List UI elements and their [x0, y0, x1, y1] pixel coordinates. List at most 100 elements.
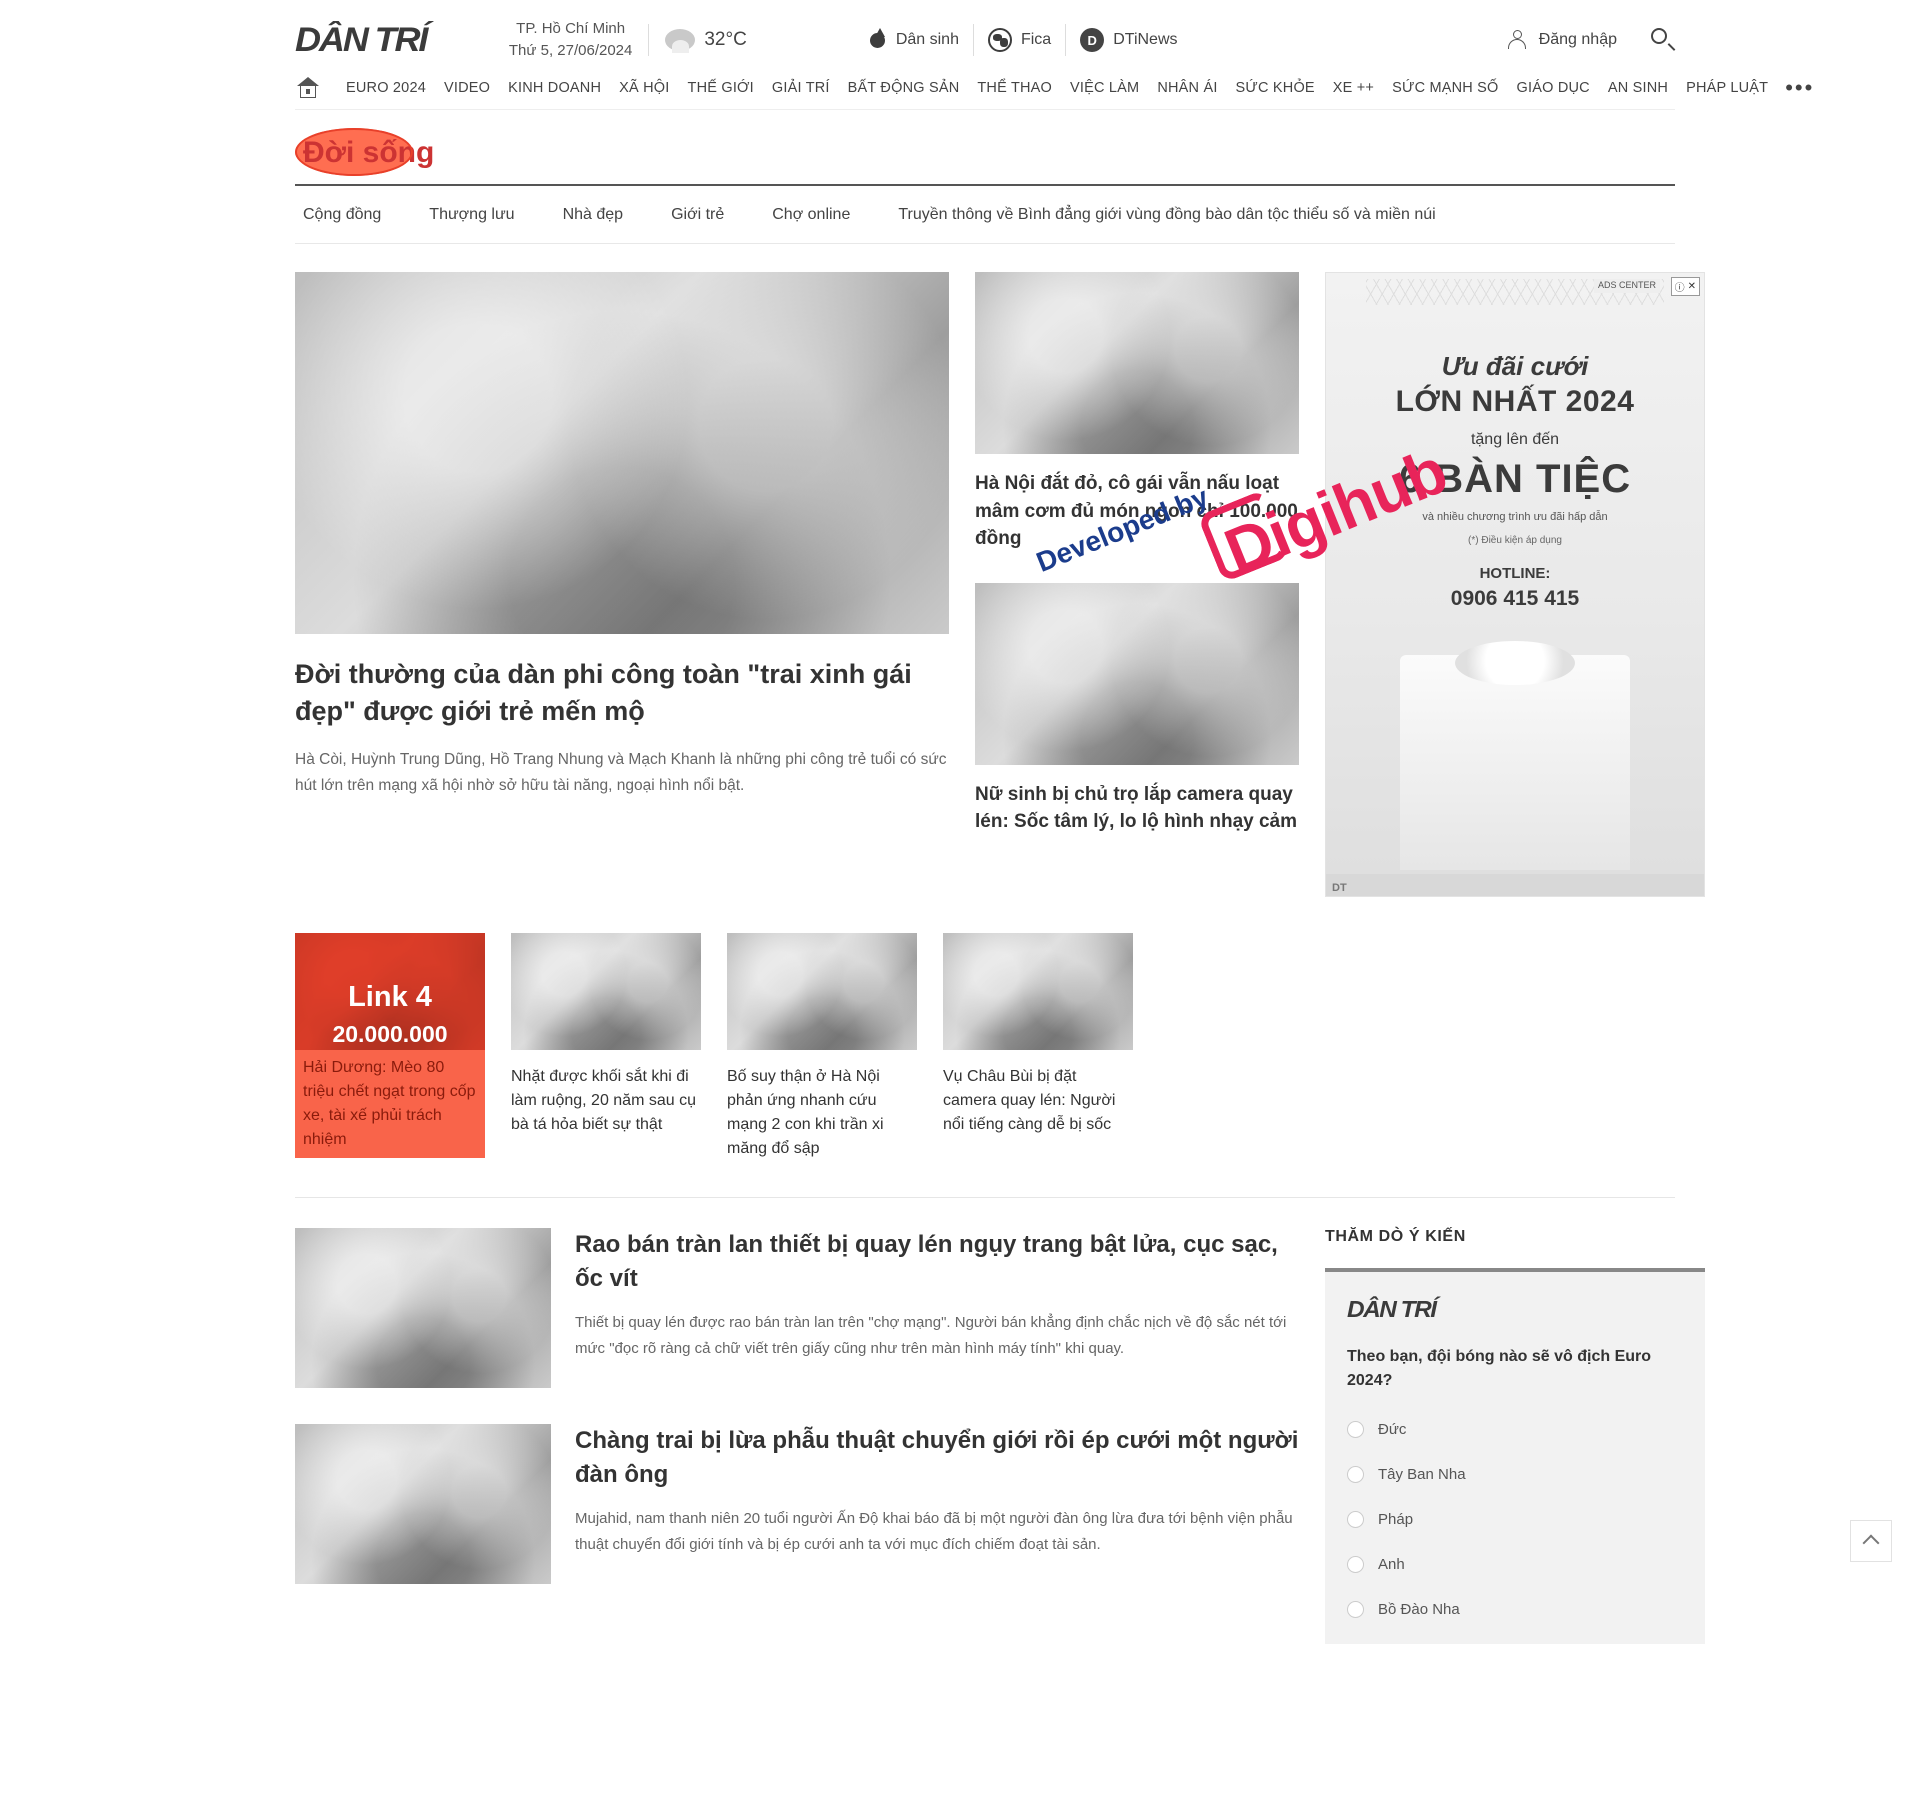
site-logo[interactable]: DÂN TRÍ [295, 21, 428, 60]
category-subtabs: Cộng đồng Thượng lưu Nhà đẹp Giới trẻ Ch… [295, 186, 1675, 244]
nav-item-suc-manh-so[interactable]: SỨC MẠNH SỐ [1383, 80, 1507, 96]
article-card-highlighted[interactable]: Link 4 20.000.000 Hải Dương: Mèo 80 triệ… [295, 933, 485, 1161]
radio-icon[interactable] [1347, 1466, 1364, 1483]
subtab-gioi-tre[interactable]: Giới trẻ [647, 206, 748, 224]
list-item-image[interactable] [295, 1424, 551, 1584]
poll-option-bo-dao-nha[interactable]: Bồ Đào Nha [1347, 1601, 1683, 1618]
article-card[interactable]: Bố suy thận ở Hà Nội phản ứng nhanh cứu … [727, 933, 917, 1161]
ad-close-button[interactable]: ⓘ ✕ [1670, 277, 1700, 296]
ad-line-2: LỚN NHẤT 2024 [1395, 385, 1635, 418]
secondary-article[interactable]: Hà Nội đắt đỏ, cô gái vẫn nấu loạt mâm c… [975, 272, 1299, 553]
nav-item-euro-2024[interactable]: EURO 2024 [337, 80, 435, 96]
advertisement-banner[interactable]: ADS CENTER ⓘ ✕ Ưu đãi cưới LỚN NHẤT 2024… [1325, 272, 1705, 897]
nav-item-phap-luat[interactable]: PHÁP LUẬT [1677, 80, 1777, 96]
subtab-cong-dong[interactable]: Cộng đồng [303, 206, 405, 224]
secondary-article[interactable]: Nữ sinh bị chủ trọ lắp camera quay lén: … [975, 582, 1299, 836]
login-label: Đăng nhập [1538, 31, 1617, 48]
article-card-image[interactable] [943, 933, 1133, 1050]
secondary-article-title[interactable]: Hà Nội đắt đỏ, cô gái vẫn nấu loạt mâm c… [975, 470, 1299, 553]
location-city: TP. Hồ Chí Minh [516, 20, 626, 38]
nav-item-the-thao[interactable]: THỂ THAO [968, 80, 1061, 96]
nav-item-viec-lam[interactable]: VIỆC LÀM [1061, 80, 1148, 96]
overlay-amount-label: 20.000.000 [332, 1021, 448, 1047]
category-highlight-ring [295, 128, 413, 176]
brand-dtinews[interactable]: D DTiNews [1080, 28, 1178, 52]
radio-icon[interactable] [1347, 1601, 1364, 1618]
ad-footer-tag: DT [1332, 882, 1347, 894]
user-icon [1507, 29, 1529, 51]
ad-hotline-label: HOTLINE: [1479, 565, 1551, 582]
radio-icon[interactable] [1347, 1556, 1364, 1573]
lead-article[interactable]: Đời thường của dàn phi công toàn "trai x… [295, 272, 949, 897]
subtab-thuong-luu[interactable]: Thượng lưu [405, 206, 538, 224]
ad-line-3: tặng lên đến [1470, 431, 1560, 448]
ad-brand-tag: ADS CENTER [1593, 279, 1660, 293]
list-item-title[interactable]: Rao bán tràn lan thiết bị quay lén ngụy … [575, 1228, 1299, 1296]
nav-item-giai-tri[interactable]: GIẢI TRÍ [763, 80, 839, 96]
nav-item-kinh-doanh[interactable]: KINH DOANH [499, 80, 610, 96]
lead-article-summary: Hà Còi, Huỳnh Trung Dũng, Hồ Trang Nhung… [295, 750, 947, 794]
nav-item-xa-hoi[interactable]: XÃ HỘI [610, 80, 678, 96]
list-item-image[interactable] [295, 1228, 551, 1388]
article-card-image[interactable] [511, 933, 701, 1050]
article-card-image[interactable] [727, 933, 917, 1050]
list-item-title[interactable]: Chàng trai bị lừa phẫu thuật chuyển giới… [575, 1424, 1299, 1492]
poll-option-anh[interactable]: Anh [1347, 1556, 1683, 1573]
radio-icon[interactable] [1347, 1421, 1364, 1438]
article-card-title[interactable]: Bố suy thận ở Hà Nội phản ứng nhanh cứu … [727, 1065, 917, 1161]
lead-article-title[interactable]: Đời thường của dàn phi công toàn "trai x… [295, 656, 949, 731]
poll-option-phap[interactable]: Pháp [1347, 1511, 1683, 1528]
close-icon[interactable]: ✕ [1688, 281, 1696, 292]
weather-block: 32°C [665, 27, 747, 53]
site-header: DÂN TRÍ TP. Hồ Chí Minh Thứ 5, 27/06/202… [0, 0, 1920, 110]
nav-item-video[interactable]: VIDEO [435, 80, 499, 96]
nav-item-an-sinh[interactable]: AN SINH [1599, 80, 1677, 96]
article-card-strip: Link 4 20.000.000 Hải Dương: Mèo 80 triệ… [295, 897, 1675, 1161]
nav-item-nhan-ai[interactable]: NHÂN ÁI [1148, 80, 1226, 96]
poll-logo: DÂN TRÍ [1347, 1296, 1437, 1322]
poll-option-label: Đức [1378, 1421, 1407, 1438]
article-card[interactable]: Nhặt được khối sắt khi đi làm ruộng, 20 … [511, 933, 701, 1161]
nav-item-giao-duc[interactable]: GIÁO DỤC [1508, 80, 1599, 96]
brand-label: Dân sinh [895, 31, 959, 48]
article-card[interactable]: Vụ Châu Bùi bị đặt camera quay lén: Ngườ… [943, 933, 1133, 1161]
search-icon[interactable] [1651, 28, 1676, 52]
home-icon[interactable] [295, 76, 321, 99]
back-to-top-button[interactable] [1850, 1520, 1892, 1562]
article-card-title[interactable]: Hải Dương: Mèo 80 triệu chết ngạt trong … [295, 1050, 485, 1158]
brand-label: Fica [1020, 31, 1052, 48]
d-circle-icon: D [1080, 28, 1105, 52]
divider [1065, 24, 1067, 56]
lead-article-image[interactable] [295, 272, 949, 634]
article-card-title[interactable]: Nhặt được khối sắt khi đi làm ruộng, 20 … [511, 1065, 701, 1137]
globe-icon [987, 28, 1012, 52]
sidebar-ad-column: ADS CENTER ⓘ ✕ Ưu đãi cưới LỚN NHẤT 2024… [1325, 272, 1705, 897]
partner-brands: Dân sinh Fica D DTiNews [867, 24, 1178, 56]
featured-grid: Đời thường của dàn phi công toàn "trai x… [295, 244, 1705, 897]
subtab-nha-dep[interactable]: Nhà đẹp [539, 206, 648, 224]
login-button[interactable]: Đăng nhập [1507, 29, 1617, 51]
nav-item-bat-dong-san[interactable]: BẤT ĐỘNG SẢN [839, 80, 969, 96]
poll-question: Theo bạn, đội bóng nào sẽ vô địch Euro 2… [1347, 1348, 1652, 1389]
brand-fica[interactable]: Fica [987, 28, 1052, 52]
poll-option-tay-ban-nha[interactable]: Tây Ban Nha [1347, 1466, 1683, 1483]
radio-icon[interactable] [1347, 1511, 1364, 1528]
secondary-article-image[interactable] [975, 582, 1299, 765]
nav-item-xe[interactable]: XE ++ [1324, 80, 1383, 96]
poll-option-label: Anh [1378, 1556, 1405, 1573]
nav-more-button[interactable]: ••• [1777, 76, 1822, 98]
list-item[interactable]: Chàng trai bị lừa phẫu thuật chuyển giới… [295, 1424, 1299, 1584]
list-item[interactable]: Rao bán tràn lan thiết bị quay lén ngụy … [295, 1228, 1299, 1388]
ad-info-icon[interactable]: ⓘ [1675, 279, 1685, 294]
subtab-truyen-thong[interactable]: Truyền thông về Bình đẳng giới vùng đồng… [874, 206, 1459, 224]
nav-item-the-gioi[interactable]: THẾ GIỚI [679, 80, 763, 96]
article-card-title[interactable]: Vụ Châu Bùi bị đặt camera quay lén: Ngườ… [943, 1065, 1133, 1137]
secondary-article-image[interactable] [975, 272, 1299, 454]
secondary-article-title[interactable]: Nữ sinh bị chủ trọ lắp camera quay lén: … [975, 781, 1299, 836]
location-block: TP. Hồ Chí Minh Thứ 5, 27/06/2024 [509, 18, 632, 62]
ad-line-6: (*) Điều kiện áp dụng [1468, 535, 1562, 546]
brand-dan-sinh[interactable]: Dân sinh [867, 27, 959, 53]
subtab-cho-online[interactable]: Chợ online [748, 206, 874, 224]
poll-option-duc[interactable]: Đức [1347, 1421, 1683, 1438]
nav-item-suc-khoe[interactable]: SỨC KHỎE [1227, 80, 1324, 96]
